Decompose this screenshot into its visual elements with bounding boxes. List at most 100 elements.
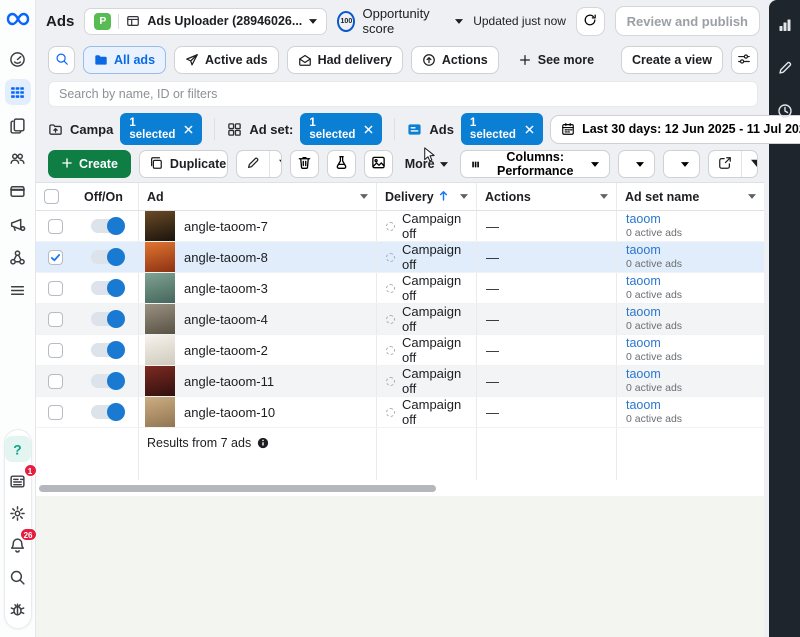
export-options-button[interactable] — [741, 151, 758, 177]
columns-icon — [471, 158, 480, 171]
info-icon[interactable] — [257, 437, 269, 449]
duplicate-button[interactable]: Duplicate — [140, 151, 228, 177]
ad-name[interactable]: angle-taoom-11 — [184, 374, 274, 389]
delete-button[interactable] — [290, 150, 319, 178]
export-button[interactable] — [709, 151, 741, 177]
table-body: angle-taoom-7Campaign off—taoom0 active … — [36, 211, 764, 428]
delivery-status: Campaign off — [402, 273, 467, 303]
column-header-delivery[interactable]: Delivery — [376, 183, 476, 210]
row-checkbox[interactable] — [48, 312, 63, 327]
ad-set-link[interactable]: taoom — [626, 305, 661, 321]
sidebar-item-advertising-settings[interactable] — [5, 211, 31, 237]
breakdown-button[interactable] — [618, 150, 655, 178]
ad-set-link[interactable]: taoom — [626, 274, 661, 290]
create-a-view-button[interactable]: Create a view — [621, 46, 723, 74]
sidebar-item-billing[interactable] — [5, 178, 31, 204]
tab-active-ads[interactable]: Active ads — [174, 46, 279, 74]
off-on-toggle[interactable] — [91, 343, 124, 357]
sidebar-item-search[interactable] — [5, 564, 31, 590]
off-on-toggle[interactable] — [91, 250, 124, 264]
account-selector[interactable]: P Ads Uploader (28946026... — [84, 8, 327, 35]
tab-had-delivery[interactable]: Had delivery — [287, 46, 403, 74]
row-checkbox[interactable] — [48, 374, 63, 389]
row-checkbox[interactable] — [48, 343, 63, 358]
notification-badge: 1 — [24, 464, 37, 477]
ad-name[interactable]: angle-taoom-8 — [184, 250, 268, 265]
column-header-actions[interactable]: Actions — [476, 183, 616, 210]
ad-name[interactable]: angle-taoom-3 — [184, 281, 268, 296]
network-icon — [9, 249, 26, 266]
ad-name[interactable]: angle-taoom-7 — [184, 219, 268, 234]
sidebar-item-notifications[interactable]: 26 — [5, 532, 31, 558]
edit-button[interactable] — [237, 151, 269, 177]
meta-logo-icon[interactable] — [5, 8, 31, 30]
remove-filter-icon[interactable] — [364, 125, 373, 134]
ad-name[interactable]: angle-taoom-2 — [184, 343, 268, 358]
select-all-checkbox[interactable] — [44, 189, 59, 204]
remove-filter-icon[interactable] — [525, 125, 534, 134]
sidebar-item-campaigns[interactable] — [5, 79, 31, 105]
tab-actions[interactable]: Actions — [411, 46, 499, 74]
ads-selected-chip[interactable]: 1 selected — [461, 113, 543, 145]
preview-button[interactable] — [364, 150, 393, 178]
row-checkbox[interactable] — [48, 219, 63, 234]
ad-set-link[interactable]: taoom — [626, 398, 661, 414]
reports-button[interactable] — [663, 150, 700, 178]
column-header-ad[interactable]: Ad — [138, 183, 376, 210]
ad-set-link[interactable]: taoom — [626, 243, 661, 259]
right-rail-item-insights[interactable] — [772, 12, 798, 38]
pages-icon — [9, 117, 26, 134]
tab-all-ads[interactable]: All ads — [83, 46, 166, 74]
sidebar-item-audiences[interactable] — [5, 145, 31, 171]
column-header-on[interactable]: Off/On — [76, 183, 138, 210]
view-settings-button[interactable] — [731, 46, 758, 74]
sidebar-item-help[interactable]: ? — [5, 436, 31, 462]
profile-avatar: P — [94, 13, 111, 30]
right-rail-item-edit[interactable] — [772, 55, 798, 81]
table-row: angle-taoom-11Campaign off—taoom0 active… — [36, 366, 764, 397]
scrollbar-thumb[interactable] — [39, 485, 436, 492]
campaigns-selected-chip[interactable]: 1 selected — [120, 113, 202, 145]
right-rail-item-activity-history[interactable] — [772, 98, 798, 124]
sidebar-item-report-bug[interactable] — [5, 596, 31, 622]
pencil-icon — [246, 156, 260, 173]
off-on-toggle[interactable] — [91, 405, 124, 419]
off-on-toggle[interactable] — [91, 219, 124, 233]
off-on-toggle[interactable] — [91, 374, 124, 388]
review-and-publish-button[interactable]: Review and publish — [615, 6, 760, 36]
off-on-toggle[interactable] — [91, 312, 124, 326]
off-on-toggle[interactable] — [91, 281, 124, 295]
sidebar-item-all-tools[interactable] — [5, 277, 31, 303]
ad-set-link[interactable]: taoom — [626, 212, 661, 228]
columns-button[interactable]: Columns: Performance — [460, 150, 610, 178]
search-input[interactable] — [48, 81, 758, 107]
sidebar-item-account-overview[interactable] — [5, 46, 31, 72]
row-checkbox[interactable] — [48, 281, 63, 296]
sidebar-item-ads-reporting[interactable] — [5, 112, 31, 138]
refresh-button[interactable] — [576, 7, 605, 36]
tab-see-more[interactable]: See more — [507, 46, 605, 74]
ab-test-button[interactable] — [327, 150, 356, 178]
ad-set-link[interactable]: taoom — [626, 336, 661, 352]
sidebar-item-updates[interactable]: 1 — [5, 468, 31, 494]
divider — [118, 14, 119, 29]
ad-name[interactable]: angle-taoom-4 — [184, 312, 268, 327]
toggle-knob — [107, 248, 125, 266]
ad-name[interactable]: angle-taoom-10 — [184, 405, 275, 420]
more-button[interactable]: More — [401, 157, 452, 171]
create-button[interactable]: Create — [48, 150, 131, 178]
sidebar-item-collaboration[interactable] — [5, 244, 31, 270]
export-split-button — [708, 150, 758, 178]
table-row: angle-taoom-4Campaign off—taoom0 active … — [36, 304, 764, 335]
column-header-adset[interactable]: Ad set name — [616, 183, 764, 210]
search-tab-button[interactable] — [48, 46, 75, 74]
remove-filter-icon[interactable] — [184, 125, 193, 134]
row-checkbox[interactable] — [48, 250, 63, 265]
ad-set-link[interactable]: taoom — [626, 367, 661, 383]
sidebar-item-settings[interactable] — [5, 500, 31, 526]
edit-options-button[interactable] — [269, 151, 282, 177]
ad-sets-selected-chip[interactable]: 1 selected — [300, 113, 382, 145]
date-range-button[interactable]: Last 30 days: 12 Jun 2025 - 11 Jul 2025 — [550, 115, 800, 144]
opportunity-score[interactable]: 100 Opportunity score — [337, 6, 463, 36]
row-checkbox[interactable] — [48, 405, 63, 420]
